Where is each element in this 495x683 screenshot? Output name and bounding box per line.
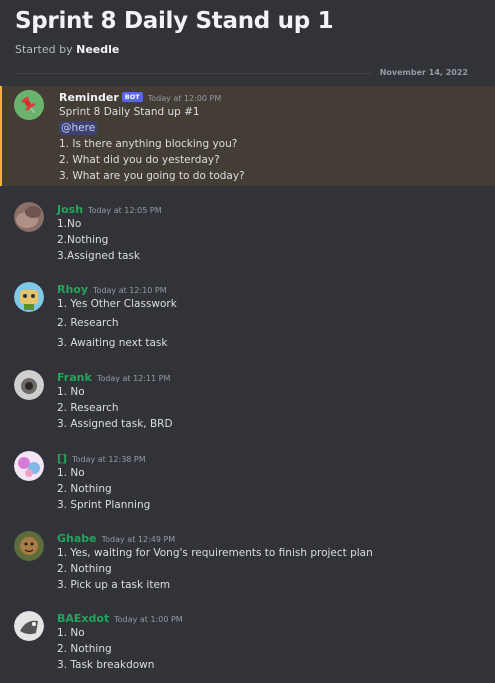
thread-header: Sprint 8 Daily Stand up 1 Started by Nee… bbox=[0, 0, 495, 57]
message-line: 2. Nothing bbox=[57, 563, 112, 575]
message-line: 3. Pick up a task item bbox=[57, 579, 171, 591]
avatar[interactable] bbox=[14, 451, 44, 481]
timestamp[interactable]: Today at 1:00 PM bbox=[114, 615, 183, 624]
ghabe-avatar-icon bbox=[14, 531, 44, 561]
started-by: Started by Needle bbox=[15, 43, 480, 57]
message-line: 3. Awaiting next task bbox=[57, 337, 168, 349]
avatar[interactable] bbox=[14, 90, 44, 120]
message-body: Rhoy Today at 12:10 PM 1. Yes Other Class… bbox=[57, 280, 489, 351]
message-line: 1. Yes Other Classwork bbox=[57, 298, 177, 310]
message-line: 2. Nothing bbox=[57, 483, 112, 495]
pin-icon bbox=[14, 90, 44, 120]
avatar[interactable] bbox=[14, 531, 44, 561]
avatar[interactable] bbox=[14, 282, 44, 312]
avatar[interactable] bbox=[14, 370, 44, 400]
author-name[interactable]: [] bbox=[57, 452, 67, 465]
author-name[interactable]: Reminder bbox=[59, 91, 119, 104]
date-divider-label: November 14, 2022 bbox=[371, 67, 472, 79]
message-josh[interactable]: Josh Today at 12:05 PM 1.No 2.Nothing 3.A… bbox=[0, 200, 495, 266]
message-baexdot[interactable]: BAExdot Today at 1:00 PM 1. No 2. Nothing… bbox=[0, 609, 495, 675]
timestamp[interactable]: Today at 12:10 PM bbox=[93, 286, 167, 295]
message-line: 1. No bbox=[57, 386, 85, 398]
message-body: BAExdot Today at 1:00 PM 1. No 2. Nothing… bbox=[57, 609, 489, 673]
timestamp[interactable]: Today at 12:49 PM bbox=[102, 535, 176, 544]
timestamp[interactable]: Today at 12:11 PM bbox=[97, 374, 171, 383]
rhoy-avatar-icon bbox=[14, 282, 44, 312]
timestamp[interactable]: Today at 12:05 PM bbox=[88, 206, 162, 215]
message-body: Reminder BOT Today at 12:00 PM Sprint 8 Da… bbox=[59, 88, 489, 184]
timestamp[interactable]: Today at 12:38 PM bbox=[72, 455, 146, 464]
mention-here[interactable]: @here bbox=[59, 121, 98, 135]
avatar[interactable] bbox=[14, 202, 44, 232]
message-body: Ghabe Today at 12:49 PM 1. Yes, waiting f… bbox=[57, 529, 489, 593]
author-name[interactable]: Rhoy bbox=[57, 283, 88, 296]
author-name[interactable]: Ghabe bbox=[57, 532, 97, 545]
message-line: 2.Nothing bbox=[57, 234, 109, 246]
message-bracket-user[interactable]: [] Today at 12:38 PM 1. No 2. Nothing 3. … bbox=[0, 449, 495, 515]
josh-avatar-icon bbox=[14, 202, 44, 232]
message-line: 1. No bbox=[57, 627, 85, 639]
message-line: 1. Yes, waiting for Vong's requirements … bbox=[57, 547, 373, 559]
started-by-user[interactable]: Needle bbox=[76, 43, 119, 56]
message-line: 2. Nothing bbox=[57, 643, 112, 655]
message-line: 1. Is there anything blocking you? bbox=[59, 138, 238, 150]
avatar[interactable] bbox=[14, 611, 44, 641]
baexdot-avatar-icon bbox=[14, 611, 44, 641]
message-line: 3. Assigned task, BRD bbox=[57, 418, 173, 430]
message-rhoy[interactable]: Rhoy Today at 12:10 PM 1. Yes Other Class… bbox=[0, 280, 495, 352]
bracket-user-avatar-icon bbox=[14, 451, 44, 481]
message-line: 3.Assigned task bbox=[57, 250, 140, 262]
author-name[interactable]: Frank bbox=[57, 371, 92, 384]
message-line: 2. Research bbox=[57, 317, 119, 329]
date-divider: November 14, 2022 bbox=[15, 67, 472, 79]
author-name[interactable]: Josh bbox=[57, 203, 83, 216]
message-body: Frank Today at 12:11 PM 1. No 2. Research… bbox=[57, 368, 489, 432]
message-frank[interactable]: Frank Today at 12:11 PM 1. No 2. Research… bbox=[0, 368, 495, 434]
message-line: 1.No bbox=[57, 218, 82, 230]
bot-tag: BOT bbox=[121, 92, 143, 102]
message-line: 1. No bbox=[57, 467, 85, 479]
message-body: Josh Today at 12:05 PM 1.No 2.Nothing 3.A… bbox=[57, 200, 489, 264]
message-ghabe[interactable]: Ghabe Today at 12:49 PM 1. Yes, waiting f… bbox=[0, 529, 495, 595]
message-line: 3. What are you going to do today? bbox=[59, 170, 245, 182]
message-reminder[interactable]: Reminder BOT Today at 12:00 PM Sprint 8 Da… bbox=[0, 86, 495, 186]
message-line: Sprint 8 Daily Stand up #1 bbox=[59, 106, 200, 118]
message-line: 3. Sprint Planning bbox=[57, 499, 151, 511]
author-name[interactable]: BAExdot bbox=[57, 612, 109, 625]
message-line: 3. Task breakdown bbox=[57, 659, 155, 671]
message-body: [] Today at 12:38 PM 1. No 2. Nothing 3. … bbox=[57, 449, 489, 513]
thread-title: Sprint 8 Daily Stand up 1 bbox=[15, 8, 334, 34]
frank-avatar-icon bbox=[14, 370, 44, 400]
message-line: 2. What did you do yesterday? bbox=[59, 154, 220, 166]
message-line: 2. Research bbox=[57, 402, 119, 414]
timestamp[interactable]: Today at 12:00 PM bbox=[148, 94, 222, 103]
started-by-prefix: Started by bbox=[15, 43, 73, 56]
